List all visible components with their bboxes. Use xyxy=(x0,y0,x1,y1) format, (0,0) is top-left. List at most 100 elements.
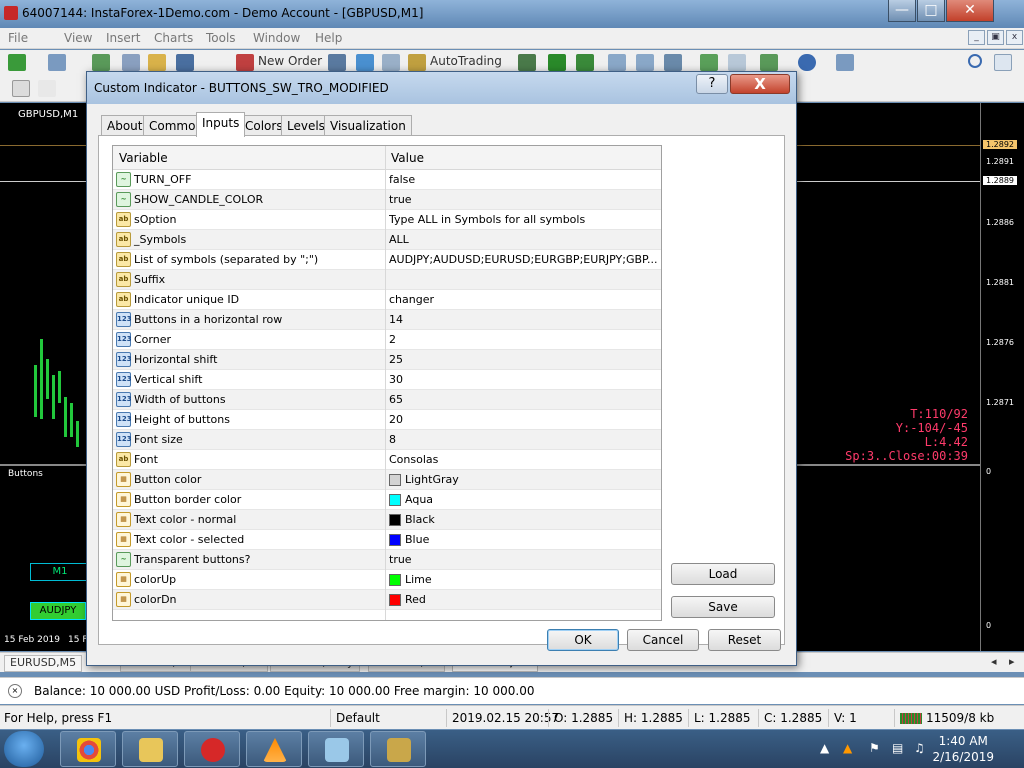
tab-inputs[interactable]: Inputs xyxy=(196,112,246,137)
menu-tools[interactable]: Tools xyxy=(206,31,236,45)
minimize-button[interactable]: — xyxy=(888,0,916,22)
parameter-value[interactable]: Aqua xyxy=(405,493,661,506)
parameter-row[interactable]: 123 Buttons in a horizontal row 14 xyxy=(113,310,661,330)
mdi-minimize-button[interactable]: _ xyxy=(968,30,985,45)
parameter-row[interactable]: ~ Transparent buttons? true xyxy=(113,550,661,570)
taskbar-app[interactable] xyxy=(60,731,116,767)
parameter-row[interactable]: ▦ colorDn Red xyxy=(113,590,661,610)
close-window-button[interactable]: ✕ xyxy=(946,0,994,22)
parameter-value[interactable]: Type ALL in Symbols for all symbols xyxy=(389,213,659,226)
parameter-value[interactable]: 14 xyxy=(389,313,659,326)
tile-windows-icon[interactable] xyxy=(664,54,682,71)
tab-scroll-left-icon[interactable]: ◂ xyxy=(986,655,1002,672)
bar-chart-icon[interactable] xyxy=(518,54,536,71)
parameter-value[interactable]: Blue xyxy=(405,533,661,546)
load-button[interactable]: Load xyxy=(671,563,775,585)
zoom-out-icon[interactable] xyxy=(636,54,654,71)
tab-scroll-right-icon[interactable]: ▸ xyxy=(1004,655,1020,672)
menu-view[interactable]: View xyxy=(64,31,92,45)
parameter-value[interactable]: LightGray xyxy=(405,473,661,486)
taskbar-app[interactable] xyxy=(246,731,302,767)
color-swatch[interactable] xyxy=(389,514,401,526)
parameter-row[interactable]: 123 Width of buttons 65 xyxy=(113,390,661,410)
crosshair-icon[interactable] xyxy=(38,80,56,97)
mdi-close-button[interactable]: x xyxy=(1006,30,1023,45)
parameter-row[interactable]: ▦ colorUp Lime xyxy=(113,570,661,590)
color-swatch[interactable] xyxy=(389,474,401,486)
zoom-in-icon[interactable] xyxy=(608,54,626,71)
menu-window[interactable]: Window xyxy=(253,31,300,45)
parameter-row[interactable]: 123 Corner 2 xyxy=(113,330,661,350)
navigator-icon[interactable] xyxy=(148,54,166,71)
data-window-icon[interactable] xyxy=(122,54,140,71)
parameter-row[interactable]: ab sOption Type ALL in Symbols for all sym… xyxy=(113,210,661,230)
menu-file[interactable]: File xyxy=(8,31,28,45)
parameter-value[interactable]: 30 xyxy=(389,373,659,386)
chart-shift-icon[interactable] xyxy=(700,54,718,71)
menu-charts[interactable]: Charts xyxy=(154,31,193,45)
parameter-value[interactable]: false xyxy=(389,173,659,186)
parameter-row[interactable]: ~ TURN_OFF false xyxy=(113,170,661,190)
parameter-value[interactable]: 8 xyxy=(389,433,659,446)
start-button[interactable] xyxy=(4,731,44,767)
terminal-close-icon[interactable]: × xyxy=(8,684,22,698)
indicators-icon[interactable] xyxy=(760,54,778,71)
help-button[interactable]: ? xyxy=(696,74,728,94)
show-hidden-icons-icon[interactable]: ▲ xyxy=(820,741,829,755)
tab-visualization[interactable]: Visualization xyxy=(324,115,412,136)
menu-help[interactable]: Help xyxy=(315,31,342,45)
maximize-button[interactable]: □ xyxy=(917,0,945,22)
color-swatch[interactable] xyxy=(389,494,401,506)
taskbar-app[interactable] xyxy=(184,731,240,767)
autoscroll-icon[interactable] xyxy=(728,54,746,71)
color-swatch[interactable] xyxy=(389,534,401,546)
column-header-variable[interactable]: Variable xyxy=(119,151,168,165)
symbol-button-audjpy[interactable]: AUDJPY xyxy=(30,602,86,620)
parameter-row[interactable]: ab Indicator unique ID changer xyxy=(113,290,661,310)
mdi-restore-button[interactable]: ▣ xyxy=(987,30,1004,45)
volume-icon[interactable]: ♫ xyxy=(914,741,925,755)
parameter-value[interactable]: true xyxy=(389,193,659,206)
taskbar-clock[interactable]: 1:40 AM 2/16/2019 xyxy=(932,733,994,765)
cursor-icon[interactable] xyxy=(12,80,30,97)
column-separator[interactable] xyxy=(385,146,386,620)
chart-tab[interactable]: EURUSD,M5 xyxy=(4,655,83,672)
parameter-row[interactable]: ▦ Button color LightGray xyxy=(113,470,661,490)
market-watch-icon[interactable] xyxy=(92,54,110,71)
timeframe-button-m1[interactable]: M1 xyxy=(30,563,90,581)
trading-signals-icon[interactable] xyxy=(356,54,374,71)
parameter-row[interactable]: ▦ Button border color Aqua xyxy=(113,490,661,510)
ok-button[interactable]: OK xyxy=(547,629,619,651)
parameter-value[interactable]: Black xyxy=(405,513,661,526)
parameter-row[interactable]: 123 Font size 8 xyxy=(113,430,661,450)
profiles-icon[interactable] xyxy=(48,54,66,71)
line-chart-icon[interactable] xyxy=(576,54,594,71)
autotrading-icon[interactable] xyxy=(408,54,426,71)
templates-icon[interactable] xyxy=(836,54,854,71)
parameter-value[interactable]: 2 xyxy=(389,333,659,346)
network-icon[interactable]: ▤ xyxy=(892,741,903,755)
menu-insert[interactable]: Insert xyxy=(106,31,140,45)
parameter-value[interactable]: Consolas xyxy=(389,453,659,466)
parameter-value[interactable]: AUDJPY;AUDUSD;EURUSD;EURGBP;EURJPY;GBP..… xyxy=(389,253,659,266)
parameter-row[interactable]: 123 Vertical shift 30 xyxy=(113,370,661,390)
parameter-row[interactable]: ▦ Text color - selected Blue xyxy=(113,530,661,550)
parameter-value[interactable]: true xyxy=(389,553,659,566)
parameter-value[interactable]: 25 xyxy=(389,353,659,366)
search-icon[interactable] xyxy=(968,54,982,68)
column-header-value[interactable]: Value xyxy=(391,151,424,165)
parameter-value[interactable]: 20 xyxy=(389,413,659,426)
periods-icon[interactable] xyxy=(798,54,816,71)
parameter-value[interactable]: Lime xyxy=(405,573,661,586)
taskbar-app[interactable] xyxy=(370,731,426,767)
parameter-row[interactable]: ab Suffix xyxy=(113,270,661,290)
new-order-button[interactable]: New Order xyxy=(258,54,322,68)
radar-icon[interactable] xyxy=(382,54,400,71)
parameter-value[interactable]: 65 xyxy=(389,393,659,406)
parameter-value[interactable]: changer xyxy=(389,293,659,306)
chat-icon[interactable] xyxy=(994,54,1012,71)
parameter-value[interactable]: ALL xyxy=(389,233,659,246)
parameter-value[interactable]: Red xyxy=(405,593,661,606)
parameter-row[interactable]: ~ SHOW_CANDLE_COLOR true xyxy=(113,190,661,210)
terminal-icon[interactable] xyxy=(176,54,194,71)
